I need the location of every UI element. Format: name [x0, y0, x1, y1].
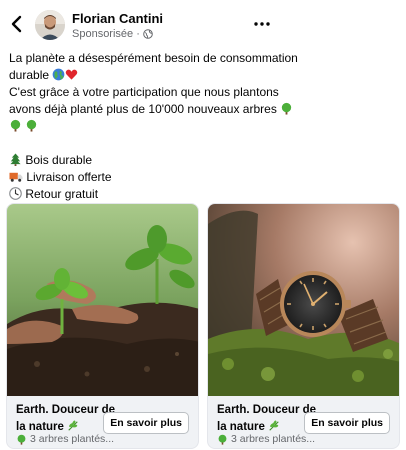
feature-label: Retour gratuit [25, 187, 99, 201]
card-subtitle: 3 arbres plantés... [16, 433, 114, 445]
card-title-text: Earth. Douceur de la nature [16, 404, 116, 433]
herb-emoji-icon [269, 420, 279, 431]
card-subtitle: 3 arbres plantés... [217, 433, 315, 445]
card-image-planting[interactable] [7, 204, 198, 396]
post-text: La planète a désespérément besoin de con… [9, 50, 389, 203]
sponsored-label: Sponsorisée · [72, 28, 153, 40]
herb-emoji-icon [68, 420, 78, 431]
post-line [9, 118, 389, 135]
post-line: durable [9, 67, 389, 84]
card-title[interactable]: Earth. Douceur de la nature [217, 402, 317, 436]
card-subtitle-text: 3 arbres plantés... [231, 433, 316, 445]
card-title[interactable]: Earth. Douceur de la nature [16, 402, 116, 436]
delivery-truck-icon [9, 172, 23, 182]
more-options-icon[interactable] [252, 16, 272, 32]
post-line-text: durable [9, 68, 50, 82]
clock-icon [9, 187, 22, 200]
page-name[interactable]: Florian Cantini [72, 11, 163, 26]
learn-more-button[interactable]: En savoir plus [304, 412, 390, 434]
post-line: La planète a désespérément besoin de con… [9, 51, 298, 65]
card-title-text: Earth. Douceur de la nature [217, 404, 317, 433]
feature-label: Livraison offerte [26, 170, 112, 184]
tree-emoji-icon [218, 434, 227, 445]
tree-emoji-icon [27, 119, 37, 132]
globe-emoji-icon [53, 68, 65, 81]
red-heart-icon [66, 69, 78, 80]
tree-emoji-icon [17, 434, 26, 445]
post-line-text: avons déjà planté plus de 10'000 nouveau… [9, 102, 277, 116]
feature-item: Bois durable [9, 152, 389, 169]
avatar[interactable] [35, 10, 65, 40]
card-image-watch[interactable] [208, 204, 399, 396]
learn-more-button[interactable]: En savoir plus [103, 412, 189, 434]
globe-icon [143, 29, 153, 39]
post-line: C'est grâce à votre participation que no… [9, 85, 279, 99]
card-subtitle-text: 3 arbres plantés... [30, 433, 115, 445]
post-header: Florian Cantini Sponsorisée · [0, 0, 406, 48]
feature-item: Livraison offerte [9, 169, 389, 186]
back-arrow-icon[interactable] [9, 14, 25, 34]
tree-emoji-icon [282, 102, 292, 115]
carousel-card[interactable]: Earth. Douceur de la nature 3 arbres pla… [6, 203, 199, 449]
feature-label: Bois durable [25, 153, 93, 167]
sponsored-text: Sponsorisée · [72, 28, 140, 40]
evergreen-tree-icon [10, 153, 21, 166]
feature-item: Retour gratuit [9, 186, 389, 203]
tree-emoji-icon [10, 119, 21, 132]
post-line: avons déjà planté plus de 10'000 nouveau… [9, 101, 389, 118]
carousel-card[interactable]: Earth. Douceur de la nature 3 arbres pla… [207, 203, 400, 449]
